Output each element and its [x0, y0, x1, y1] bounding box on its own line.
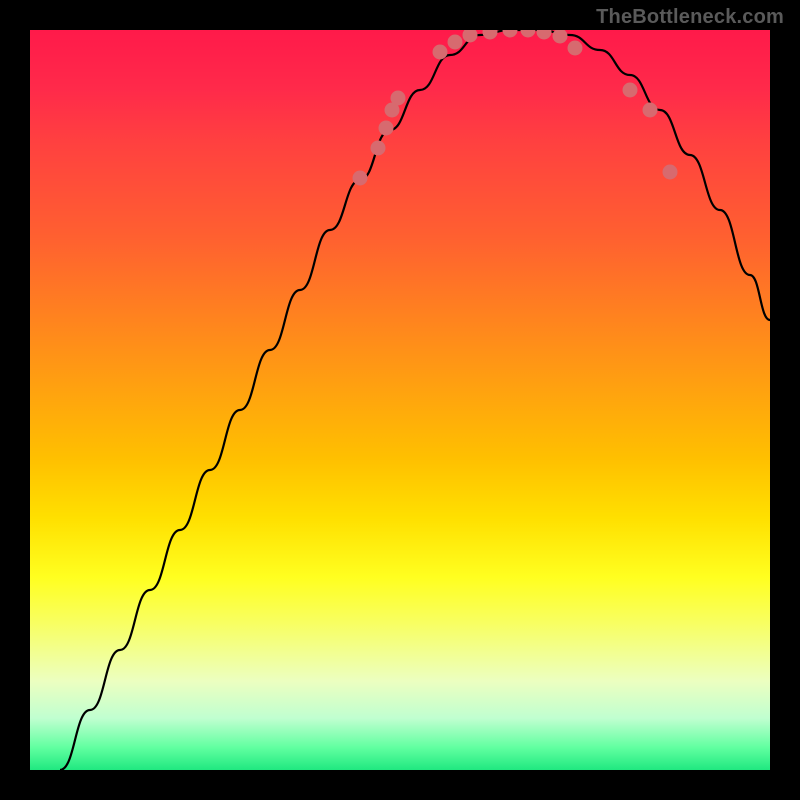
chart-frame: TheBottleneck.com [0, 0, 800, 800]
curve-line [60, 30, 770, 770]
data-point [623, 83, 638, 98]
watermark-text: TheBottleneck.com [596, 6, 784, 29]
data-points [353, 30, 678, 186]
data-point [568, 41, 583, 56]
data-point [643, 103, 658, 118]
data-point [433, 45, 448, 60]
data-point [371, 141, 386, 156]
data-point [503, 30, 518, 38]
plot-area [30, 30, 770, 770]
data-point [553, 30, 568, 44]
data-point [391, 91, 406, 106]
data-point [379, 121, 394, 136]
data-point [353, 171, 368, 186]
data-point [448, 35, 463, 50]
data-point [483, 30, 498, 40]
data-point [537, 30, 552, 40]
data-point [521, 30, 536, 38]
plot-svg [30, 30, 770, 770]
data-point [663, 165, 678, 180]
data-point [463, 30, 478, 43]
